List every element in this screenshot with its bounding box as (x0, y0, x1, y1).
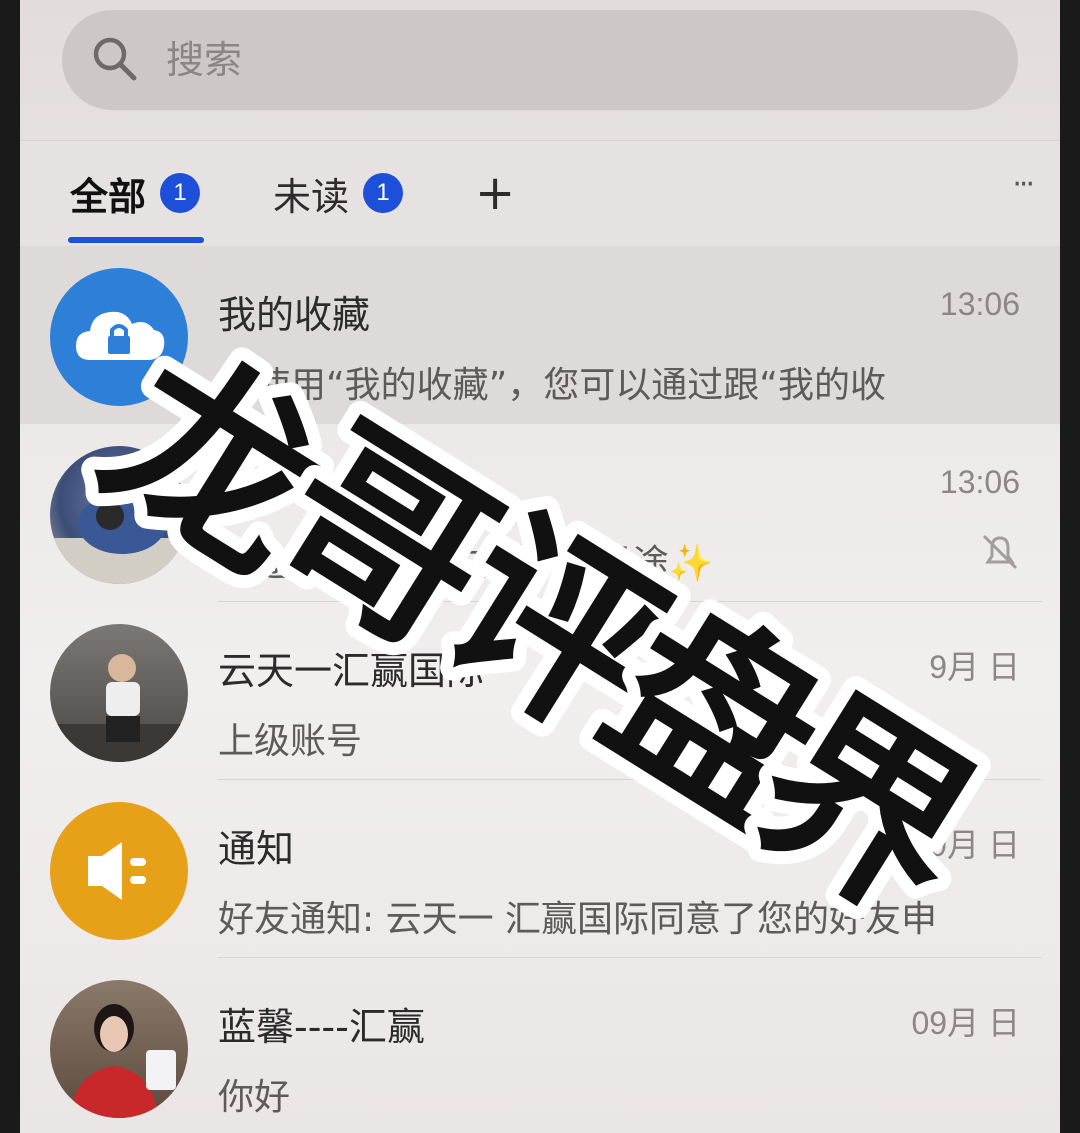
add-tab-button[interactable]: + (475, 167, 515, 219)
conversation-preview: 上级账号 (218, 721, 363, 762)
tab-unread-label: 未读 (273, 174, 350, 219)
avatar (50, 980, 188, 1118)
avatar (50, 446, 188, 584)
conversation-group[interactable]: 星途✨ … 从远方来, @星途✨ 13:06 (20, 424, 1060, 602)
cloud-lock-icon (50, 268, 188, 406)
tab-unread-badge: 1 (363, 173, 404, 213)
conversation-time: 13:06 (939, 286, 1020, 322)
conversation-name: 云天一汇赢国际 (218, 649, 485, 693)
conversation-time: 09月 日 (911, 827, 1021, 863)
tab-bar: 全部 1 未读 1 + ··· (20, 140, 1060, 246)
tab-all-label: 全部 (70, 174, 147, 219)
avatar (50, 624, 188, 762)
conversation-name: 通知 (218, 827, 295, 871)
search-icon (93, 37, 137, 81)
tab-unread[interactable]: 未读 1 (273, 163, 404, 223)
conversation-preview: 星途✨ … 从远方来, @星途✨ (218, 543, 714, 584)
tab-all[interactable]: 全部 1 (70, 163, 201, 223)
conversation-time: 09月 日 (911, 1005, 1021, 1041)
conversation-preview: 你好 (218, 1077, 291, 1118)
mute-bell-icon (982, 534, 1018, 570)
conversation-lanxin[interactable]: 蓝馨----汇赢 你好 09月 日 (20, 958, 1060, 1133)
conversation-time: 9月 日 (929, 649, 1020, 685)
conversation-name: 蓝馨----汇赢 (218, 1005, 425, 1049)
conversation-notification[interactable]: 通知 好友通知: 云天一 汇赢国际同意了您的好友申 09月 日 (20, 780, 1060, 958)
more-button[interactable]: ··· (1012, 167, 1035, 202)
conversation-preview: 如使用“我的收藏”，您可以通过跟“我的收 (218, 365, 886, 406)
conversation-time: 13:06 (939, 464, 1020, 500)
chat-list-screen: 搜索 全部 1 未读 1 + ··· 我的收藏 如使用“我的收藏”，您可以通过跟… (20, 0, 1060, 1133)
speaker-icon (50, 802, 188, 940)
conversation-name: 我的收藏 (218, 293, 371, 337)
conversation-preview: 好友通知: 云天一 汇赢国际同意了您的好友申 (218, 899, 938, 940)
tab-all-badge: 1 (160, 173, 201, 213)
search-bar[interactable]: 搜索 (62, 10, 1018, 110)
conversation-favorites[interactable]: 我的收藏 如使用“我的收藏”，您可以通过跟“我的收 13:06 (20, 246, 1060, 424)
search-placeholder: 搜索 (166, 38, 243, 82)
conversation-yuntian[interactable]: 云天一汇赢国际 上级账号 9月 日 (20, 602, 1060, 780)
active-tab-indicator (68, 237, 204, 243)
